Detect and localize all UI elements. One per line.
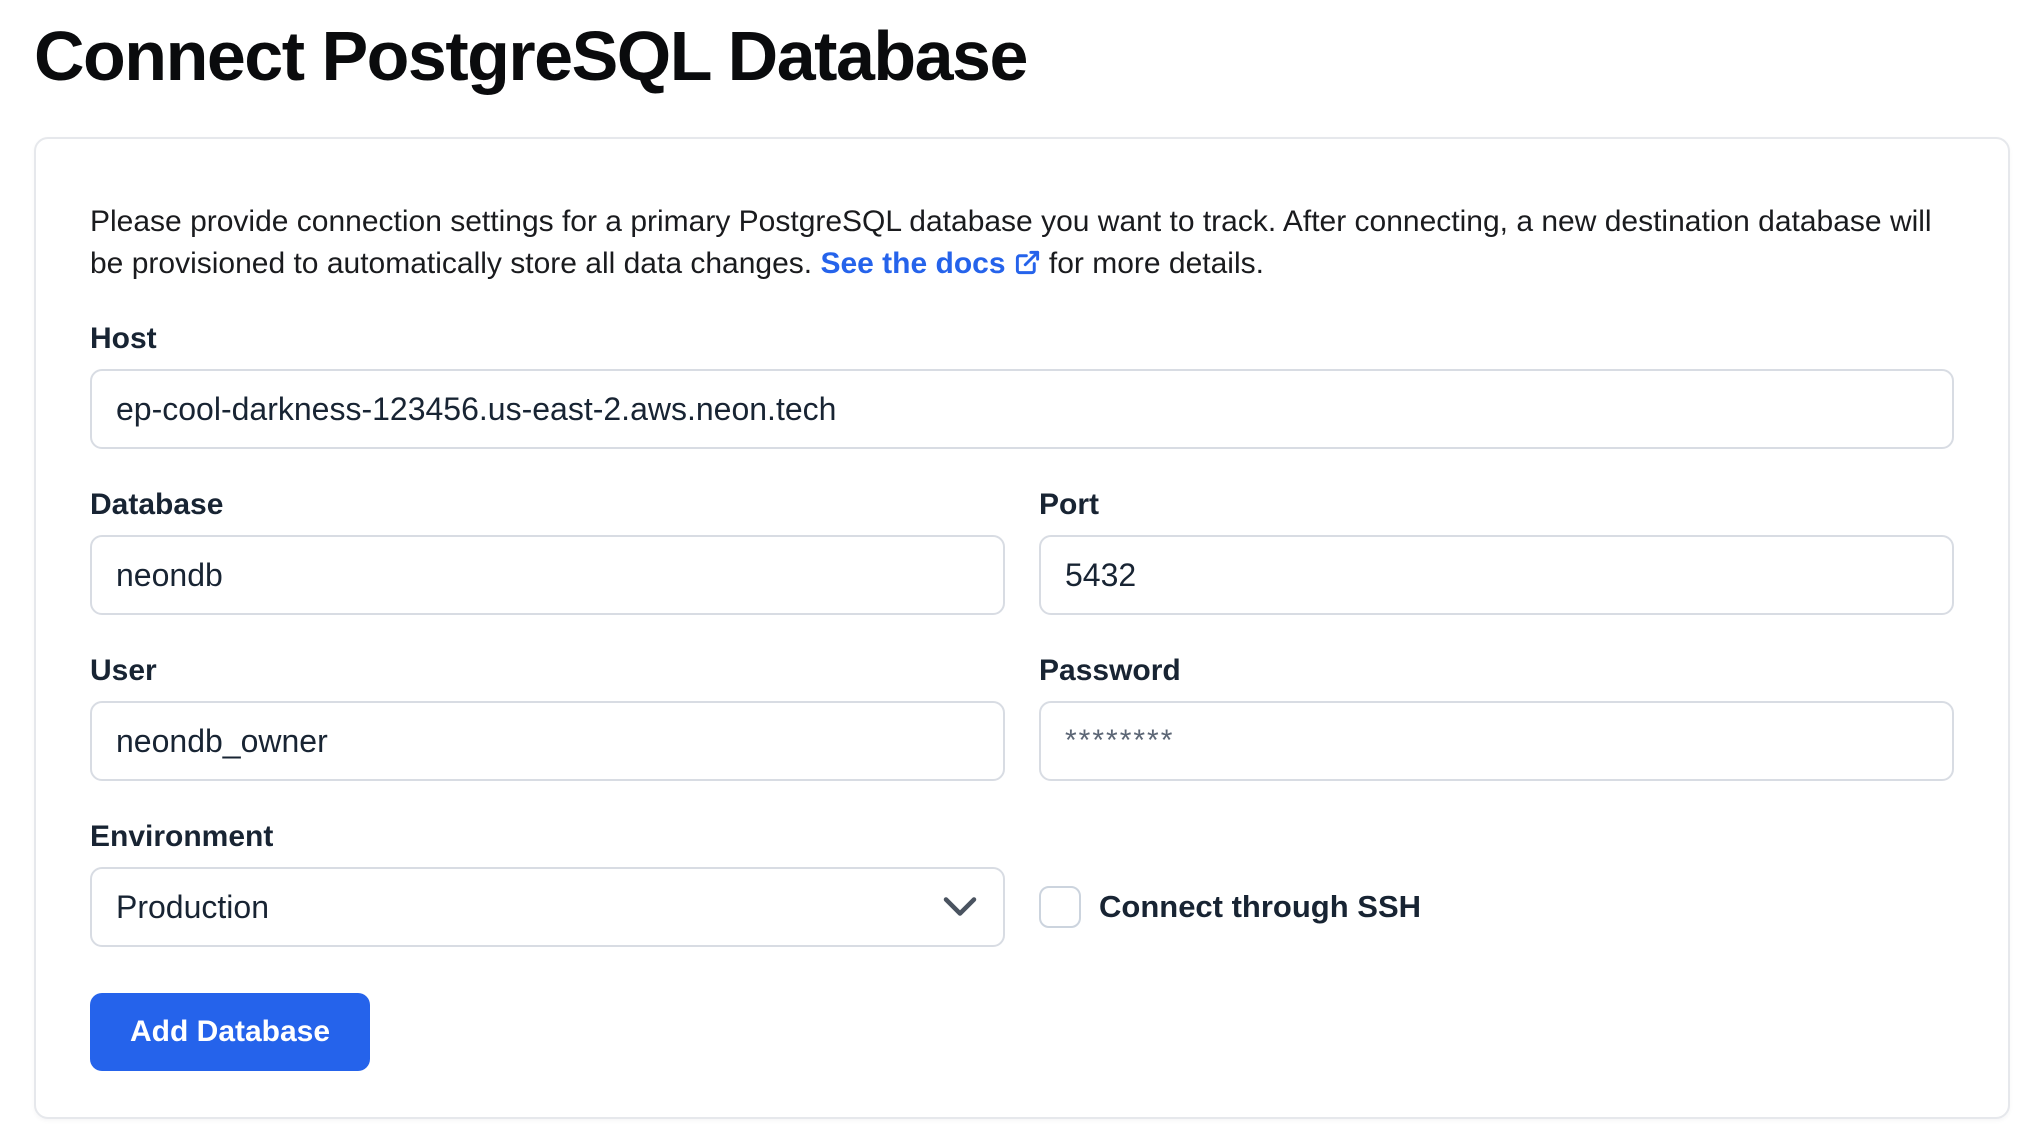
database-input[interactable] bbox=[90, 535, 1005, 615]
add-database-button[interactable]: Add Database bbox=[90, 993, 370, 1071]
host-field: Host bbox=[90, 321, 1954, 449]
port-label: Port bbox=[1039, 487, 1954, 523]
environment-selected-value: Production bbox=[116, 889, 269, 926]
intro-text: Please provide connection settings for a… bbox=[90, 201, 1954, 285]
host-label: Host bbox=[90, 321, 1954, 357]
database-field: Database bbox=[90, 487, 1005, 615]
user-label: User bbox=[90, 653, 1005, 689]
environment-label: Environment bbox=[90, 819, 1005, 855]
port-field: Port bbox=[1039, 487, 1954, 615]
database-label: Database bbox=[90, 487, 1005, 523]
page-title: Connect PostgreSQL Database bbox=[34, 18, 2010, 95]
docs-link-label: See the docs bbox=[820, 247, 1005, 280]
docs-link[interactable]: See the docs bbox=[820, 247, 1040, 280]
page: Connect PostgreSQL Database Please provi… bbox=[0, 0, 2044, 1119]
port-input[interactable] bbox=[1039, 535, 1954, 615]
environment-select[interactable]: Production bbox=[90, 867, 1005, 947]
chevron-down-icon bbox=[943, 897, 977, 918]
password-label: Password bbox=[1039, 653, 1954, 689]
environment-field: Environment Production bbox=[90, 819, 1005, 947]
intro-after-link: for more details. bbox=[1049, 247, 1264, 280]
host-input[interactable] bbox=[90, 369, 1954, 449]
external-link-icon bbox=[1014, 249, 1041, 276]
ssh-checkbox-label[interactable]: Connect through SSH bbox=[1099, 889, 1421, 925]
password-input[interactable] bbox=[1039, 701, 1954, 781]
ssh-checkbox[interactable] bbox=[1039, 886, 1081, 928]
form-grid: Database Port User Password Environment … bbox=[90, 487, 1954, 947]
password-field: Password bbox=[1039, 653, 1954, 781]
connection-settings-card: Please provide connection settings for a… bbox=[34, 137, 2010, 1119]
user-field: User bbox=[90, 653, 1005, 781]
ssh-row: Connect through SSH bbox=[1039, 867, 1954, 947]
user-input[interactable] bbox=[90, 701, 1005, 781]
